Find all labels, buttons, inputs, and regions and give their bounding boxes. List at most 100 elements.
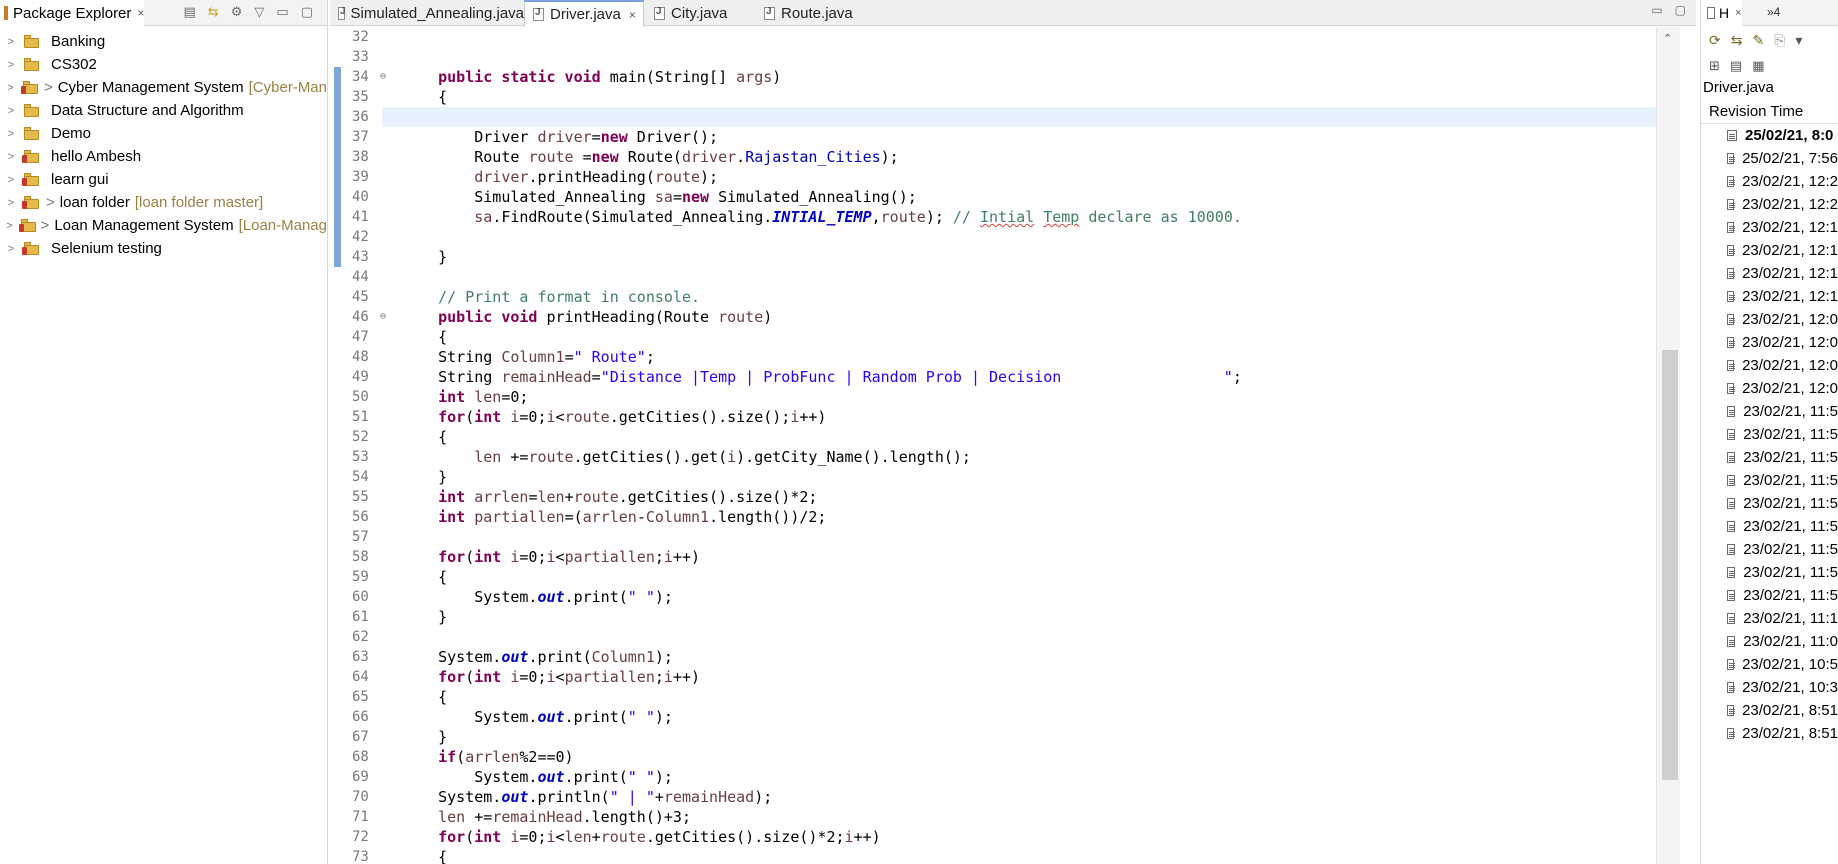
revision-row[interactable]: 23/02/21, 10:5 (1701, 653, 1838, 676)
history-tab[interactable]: H × (1701, 0, 1742, 26)
tab-driver[interactable]: Driver.java × (524, 0, 644, 27)
revision-row[interactable]: 23/02/21, 12:1 (1701, 285, 1838, 308)
revision-row[interactable]: 23/02/21, 12:1 (1701, 239, 1838, 262)
revision-row[interactable]: 23/02/21, 11:5 (1701, 446, 1838, 469)
revision-row[interactable]: 23/02/21, 12:0 (1701, 331, 1838, 354)
revision-row[interactable]: 25/02/21, 8:0 (1701, 124, 1838, 147)
revision-row[interactable]: 23/02/21, 11:1 (1701, 607, 1838, 630)
revision-row[interactable]: 23/02/21, 11:5 (1701, 584, 1838, 607)
collapse-all-icon[interactable]: ▤ (1730, 58, 1742, 74)
revision-row[interactable]: 23/02/21, 12:1 (1701, 262, 1838, 285)
minimize-icon[interactable]: ▭ (276, 4, 288, 20)
code-line: if(arrlen%2==0) (438, 748, 574, 766)
revision-time: 23/02/21, 8:51 (1742, 702, 1838, 719)
pin-icon[interactable]: ✎ (1752, 32, 1764, 49)
code-line: System.out.println(" | "+remainHead); (402, 788, 773, 806)
revision-row[interactable]: 23/02/21, 11:5 (1701, 400, 1838, 423)
revision-row[interactable]: 23/02/21, 11:0 (1701, 630, 1838, 653)
project-tree-item[interactable]: > > loan folder [loan folder master] (0, 191, 327, 214)
group-by-date-icon[interactable]: ⊞ (1709, 58, 1720, 74)
revision-icon (1727, 521, 1736, 532)
filter-icon[interactable]: ⚙ (231, 4, 243, 20)
tab-route[interactable]: Route.java (756, 0, 866, 26)
view-menu-icon[interactable]: ▽ (254, 4, 264, 20)
revision-row[interactable]: 23/02/21, 12:1 (1701, 216, 1838, 239)
chevron-right-icon[interactable]: > (0, 243, 22, 255)
line-number: 32 (352, 29, 369, 45)
project-tree-item[interactable]: > CS302 (0, 53, 327, 76)
more-views-icon[interactable]: »4 (1767, 5, 1780, 19)
maximize-icon[interactable]: ▢ (1675, 3, 1686, 17)
code-line: public void printHeading(Route route) (438, 308, 773, 326)
compare-mode-icon[interactable]: ⎘ (1774, 32, 1785, 49)
layout-icon[interactable]: ▦ (1752, 58, 1764, 74)
revision-row[interactable]: 23/02/21, 12:2 (1701, 193, 1838, 216)
revision-row[interactable]: 23/02/21, 11:5 (1701, 515, 1838, 538)
revision-row[interactable]: 23/02/21, 11:5 (1701, 423, 1838, 446)
chevron-right-icon[interactable]: > (0, 82, 21, 94)
revision-row[interactable]: 23/02/21, 11:5 (1701, 469, 1838, 492)
tab-city[interactable]: City.java (646, 0, 746, 26)
project-folder-icon (22, 149, 40, 165)
link-editor-icon[interactable]: ⇆ (1731, 32, 1743, 49)
line-number: 52 (352, 429, 369, 445)
close-icon[interactable]: × (1735, 7, 1741, 19)
project-tree-item[interactable]: > Banking (0, 30, 327, 53)
chevron-right-icon[interactable]: > (0, 59, 22, 71)
revision-row[interactable]: 23/02/21, 11:5 (1701, 538, 1838, 561)
maximize-icon[interactable]: ▢ (301, 4, 313, 20)
close-icon[interactable]: × (629, 8, 636, 22)
project-tree-item[interactable]: > learn gui (0, 168, 327, 191)
revision-row[interactable]: 23/02/21, 12:0 (1701, 377, 1838, 400)
revision-icon (1727, 337, 1736, 348)
minimize-icon[interactable]: ▭ (1651, 3, 1662, 17)
refresh-icon[interactable]: ⟳ (1709, 32, 1721, 49)
revision-row[interactable]: 23/02/21, 12:0 (1701, 354, 1838, 377)
revision-row[interactable]: 23/02/21, 11:5 (1701, 492, 1838, 515)
history-toolbar-secondary: ⊞ ▤ ▦ (1701, 54, 1838, 78)
project-tree-item[interactable]: > Data Structure and Algorithm (0, 99, 327, 122)
chevron-right-icon[interactable]: > (0, 197, 22, 209)
code-line: String remainHead="Distance |Temp | Prob… (402, 368, 1242, 386)
revision-icon (1727, 659, 1736, 670)
project-tree-item[interactable]: > Demo (0, 122, 327, 145)
chevron-right-icon[interactable]: > (0, 105, 22, 117)
project-name: Loan Management System (54, 217, 234, 234)
link-editor-icon[interactable]: ⇆ (208, 4, 219, 20)
revision-row[interactable]: 23/02/21, 8:51 (1701, 699, 1838, 722)
project-tree-item[interactable]: > Selenium testing (0, 237, 327, 260)
chevron-down-icon[interactable]: ▾ (1795, 32, 1802, 49)
code-line: { (402, 688, 448, 706)
project-tree-item[interactable]: > > Loan Management System [Loan-Manag (0, 214, 327, 237)
package-explorer-tab[interactable]: Package Explorer × (0, 0, 145, 26)
chevron-right-icon[interactable]: > (0, 151, 22, 163)
revision-row[interactable]: 25/02/21, 7:56 (1701, 147, 1838, 170)
collapse-all-icon[interactable]: ▤ (184, 4, 196, 20)
chevron-right-icon[interactable]: > (0, 128, 22, 140)
source-lines[interactable]: public static void main(String[] args) {… (382, 27, 1662, 864)
project-tree-item[interactable]: > > Cyber Management System [Cyber-Man (0, 76, 327, 99)
tab-simulated-annealing[interactable]: Simulated_Annealing.java (330, 0, 524, 26)
revision-row[interactable]: 23/02/21, 10:3 (1701, 676, 1838, 699)
revision-row[interactable]: 23/02/21, 12:0 (1701, 308, 1838, 331)
scrollbar-thumb[interactable] (1662, 350, 1678, 780)
chevron-right-icon[interactable]: > (0, 36, 22, 48)
chevron-right-icon[interactable]: > (0, 220, 19, 232)
chevron-right-icon[interactable]: > (0, 174, 22, 186)
editor-vertical-scrollbar[interactable]: ⌃ (1656, 27, 1680, 864)
close-icon[interactable]: × (137, 6, 144, 20)
line-number: 64 (352, 669, 369, 685)
line-number: 66 (352, 709, 369, 725)
revision-time-header[interactable]: Revision Time (1701, 100, 1838, 124)
project-tree-item[interactable]: > hello Ambesh (0, 145, 327, 168)
code-area[interactable]: 32 33 34 ⊖ 35 36 37 38 39 40 41 42 43 44 45 46 ⊖ 47 48 49 50… (330, 27, 1680, 864)
code-line: System.out.print(" "); (402, 708, 673, 726)
scroll-up-icon[interactable]: ⌃ (1663, 32, 1672, 45)
revision-icon (1727, 498, 1736, 509)
line-number: 60 (352, 589, 369, 605)
revision-row[interactable]: 23/02/21, 11:5 (1701, 561, 1838, 584)
code-line: for(int i=0;i<len+route.getCities().size… (438, 828, 881, 846)
revision-row[interactable]: 23/02/21, 8:51 (1701, 722, 1838, 745)
revision-time: 23/02/21, 11:1 (1743, 610, 1838, 627)
revision-row[interactable]: 23/02/21, 12:2 (1701, 170, 1838, 193)
